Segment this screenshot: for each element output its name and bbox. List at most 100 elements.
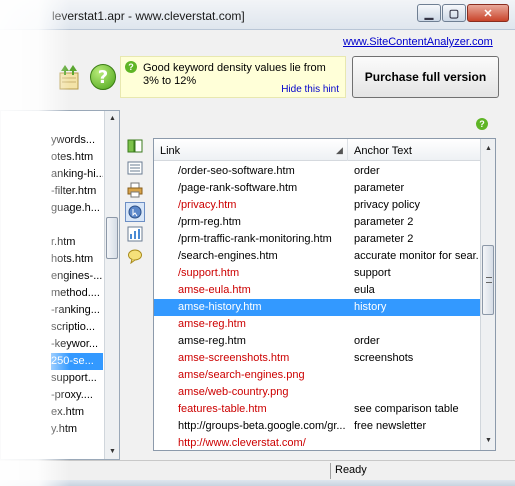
tree-item[interactable]: -ranking...: [51, 302, 103, 319]
tree-item[interactable]: [51, 217, 103, 234]
tree-item[interactable]: anking-hi...: [51, 166, 103, 183]
column-header-link[interactable]: Link: [154, 139, 348, 161]
window-bottom-border: [0, 480, 515, 486]
status-separator: [330, 463, 331, 479]
table-row[interactable]: /prm-reg.htm parameter 2: [154, 214, 480, 231]
table-row[interactable]: features-table.htm see comparison table: [154, 401, 480, 418]
tree-scrollbar[interactable]: ▲ ▼: [104, 111, 119, 459]
link-cell: amse-reg.htm: [178, 335, 246, 347]
tree-item[interactable]: 250-se...: [51, 353, 103, 370]
column-header-anchor-text[interactable]: Anchor Text: [348, 139, 480, 161]
link-cell: /order-seo-software.htm: [178, 165, 295, 177]
link-cell: /privacy.htm: [178, 199, 237, 211]
upload-arrows-icon[interactable]: [52, 60, 86, 94]
tree-item[interactable]: ywords...: [51, 132, 103, 149]
tree-scroll-up-icon[interactable]: ▲: [105, 111, 120, 126]
table-row[interactable]: amse/web-country.png: [154, 384, 480, 401]
window-controls: ▁ ▢ ✕: [416, 4, 509, 22]
tree-item[interactable]: guage.h...: [51, 200, 103, 217]
grid-help-icon[interactable]: ?: [476, 118, 488, 130]
anchor-text-cell: see comparison table: [354, 403, 459, 415]
tree-item[interactable]: -keywor...: [51, 336, 103, 353]
grid-header: Link ◢ Anchor Text: [154, 139, 480, 161]
table-row[interactable]: amse-reg.htm: [154, 316, 480, 333]
page-tree[interactable]: ywords... otes.htm anking-hi... -filter.htm…: [0, 110, 120, 460]
links-grid: Link ◢ Anchor Text /order-seo-software.h…: [153, 138, 496, 451]
table-row[interactable]: /privacy.htm privacy policy: [154, 197, 480, 214]
tree-item[interactable]: -proxy....: [51, 387, 103, 404]
hint-box: ? Good keyword density values lie from 3…: [120, 56, 346, 98]
link-cell: /page-rank-software.htm: [178, 182, 298, 194]
link-cell: amse/web-country.png: [178, 386, 289, 398]
hide-hint-link[interactable]: Hide this hint: [281, 84, 339, 95]
link-cell: http://www.cleverstat.com/: [178, 437, 306, 449]
table-row[interactable]: /prm-traffic-rank-monitoring.htm paramete…: [154, 231, 480, 248]
status-bar: Ready: [0, 460, 515, 480]
anchor-text-cell: screenshots: [354, 352, 414, 364]
link-cell: amse-eula.htm: [178, 284, 251, 296]
link-cell: http://groups-beta.google.com/gr...: [178, 420, 346, 432]
comment-icon[interactable]: [125, 246, 145, 266]
table-row[interactable]: amse-reg.htm order: [154, 333, 480, 350]
bar-chart-icon[interactable]: [125, 224, 145, 244]
link-analysis-icon[interactable]: [125, 202, 145, 222]
tree-item[interactable]: -filter.htm: [51, 183, 103, 200]
tree-scroll-thumb[interactable]: [106, 217, 118, 259]
tree-item[interactable]: support...: [51, 370, 103, 387]
tree-item[interactable]: engines-...: [51, 268, 103, 285]
table-row[interactable]: /page-rank-software.htm parameter: [154, 180, 480, 197]
anchor-text-cell: eula: [354, 284, 375, 296]
help-icon[interactable]: ?: [86, 60, 120, 94]
anchor-text-cell: order: [354, 335, 380, 347]
link-cell: amse-screenshots.htm: [178, 352, 290, 364]
printer-icon[interactable]: [125, 180, 145, 200]
tree-item[interactable]: y.htm: [51, 421, 103, 438]
site-content-analyzer-link[interactable]: www.SiteContentAnalyzer.com: [343, 36, 493, 48]
grid-scroll-down-icon[interactable]: ▼: [481, 433, 495, 448]
link-cell: /prm-reg.htm: [178, 216, 241, 228]
anchor-text-cell: parameter 2: [354, 233, 414, 245]
link-cell: /support.htm: [178, 267, 240, 279]
title-bar: leverstat1.apr - www.cleverstat.com] ▁ ▢…: [0, 0, 515, 30]
table-row[interactable]: amse/search-engines.png: [154, 367, 480, 384]
window-title: leverstat1.apr - www.cleverstat.com]: [52, 9, 245, 23]
anchor-text-cell: free newsletter: [354, 420, 427, 432]
tree-item[interactable]: otes.htm: [51, 149, 103, 166]
anchor-text-cell: support: [354, 267, 391, 279]
table-row[interactable]: amse-eula.htm eula: [154, 282, 480, 299]
anchor-text-cell: accurate monitor for sear...: [354, 250, 478, 262]
minimize-button[interactable]: ▁: [417, 4, 441, 22]
anchor-text-cell: history: [354, 301, 387, 313]
view-icon-strip: [125, 136, 147, 268]
table-row[interactable]: /support.htm support: [154, 265, 480, 282]
close-button[interactable]: ✕: [467, 4, 509, 22]
table-row[interactable]: amse-history.htm history: [154, 299, 480, 316]
table-row[interactable]: http://groups-beta.google.com/gr... free …: [154, 418, 480, 435]
tree-item[interactable]: scriptio...: [51, 319, 103, 336]
sort-indicator-icon: ◢: [336, 145, 343, 155]
purchase-button[interactable]: Purchase full version: [352, 56, 499, 98]
link-cell: features-table.htm: [178, 403, 267, 415]
grid-scroll-thumb[interactable]: [482, 245, 494, 315]
tree-item[interactable]: ex.htm: [51, 404, 103, 421]
tree-item[interactable]: r.htm: [51, 234, 103, 251]
list-view-icon[interactable]: [125, 158, 145, 178]
status-text: Ready: [335, 464, 367, 476]
maximize-button[interactable]: ▢: [442, 4, 466, 22]
table-row[interactable]: amse-screenshots.htm screenshots: [154, 350, 480, 367]
anchor-text-cell: parameter: [354, 182, 405, 194]
link-cell: /search-engines.htm: [178, 250, 278, 262]
table-row[interactable]: /search-engines.htm accurate monitor for …: [154, 248, 480, 265]
link-cell: /prm-traffic-rank-monitoring.htm: [178, 233, 332, 245]
book-icon[interactable]: [125, 136, 145, 156]
anchor-text-cell: parameter 2: [354, 216, 414, 228]
tree-item[interactable]: method....: [51, 285, 103, 302]
toolbar: ?: [52, 60, 120, 94]
tree-scroll-down-icon[interactable]: ▼: [105, 444, 120, 459]
grid-scrollbar[interactable]: ▲ ▼: [480, 139, 495, 450]
link-cell: amse-history.htm: [178, 301, 262, 313]
grid-scroll-up-icon[interactable]: ▲: [481, 141, 495, 156]
table-row[interactable]: /order-seo-software.htm order: [154, 163, 480, 180]
tree-item[interactable]: hots.htm: [51, 251, 103, 268]
table-row[interactable]: http://www.cleverstat.com/: [154, 435, 480, 450]
